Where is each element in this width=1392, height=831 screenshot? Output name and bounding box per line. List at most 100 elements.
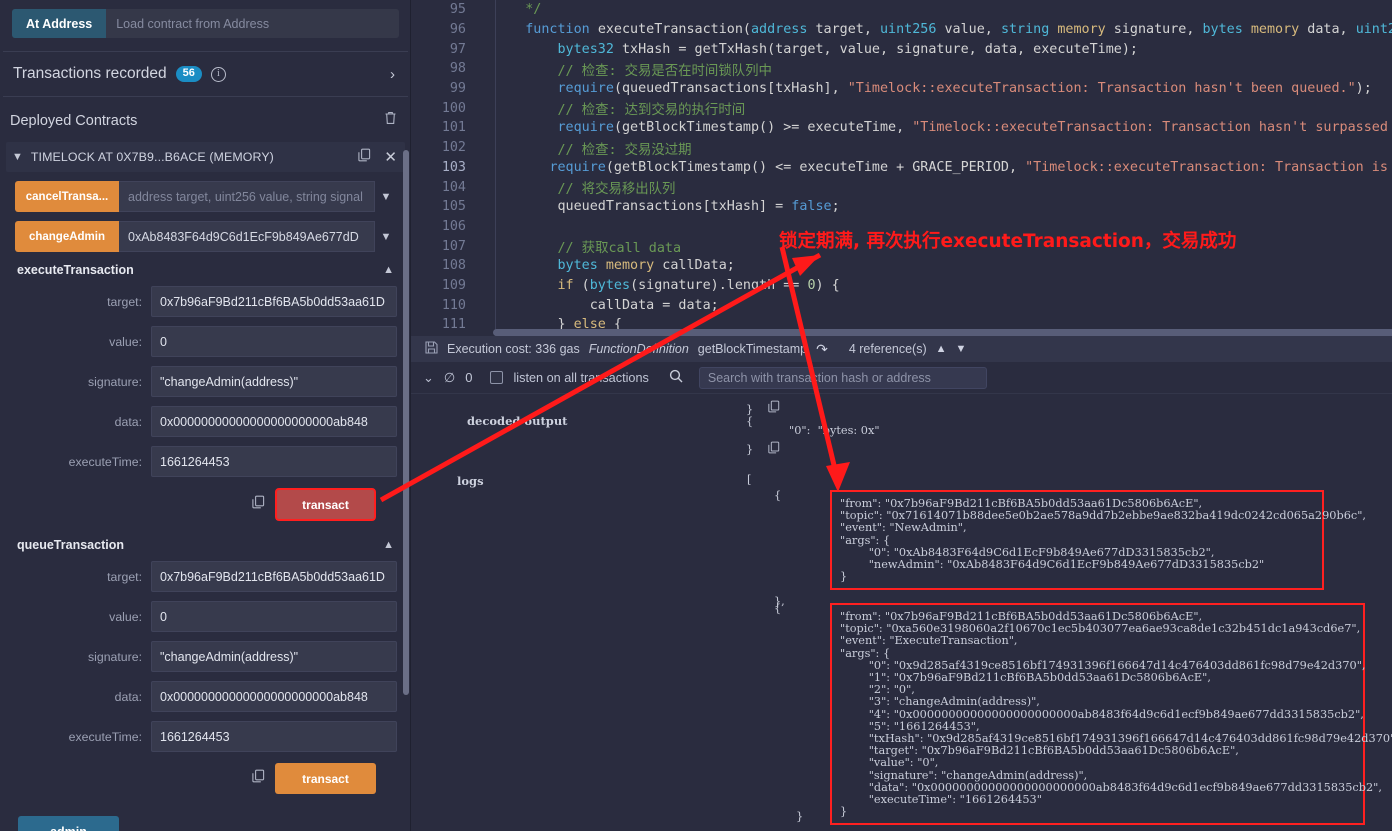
code-content: callData = data; [493, 297, 719, 313]
trash-icon[interactable] [384, 111, 397, 130]
chevron-up-icon[interactable]: ▲ [383, 539, 394, 551]
chevron-down-icon[interactable]: ▼ [375, 231, 397, 243]
queue-value-input[interactable] [151, 601, 397, 632]
cancel-transaction-button[interactable]: cancelTransa... [15, 181, 119, 212]
copy-icon[interactable] [252, 769, 265, 788]
param-row: value: [15, 326, 397, 357]
line-number: 103 [441, 159, 466, 175]
queue-transaction-actions: transact [15, 763, 397, 794]
line-number: 97 [449, 41, 466, 57]
decoded-output-brace-end: } [746, 443, 754, 456]
line-number: 109 [441, 277, 466, 293]
chevron-up-icon[interactable]: ▲ [936, 343, 947, 355]
arrow-jump-icon[interactable]: ↷ [816, 341, 828, 358]
no-entry-icon[interactable]: ∅ [444, 370, 455, 386]
execute-target-input[interactable] [151, 286, 397, 317]
execute-executetime-input[interactable] [151, 446, 397, 477]
at-address-button[interactable]: At Address [12, 9, 107, 38]
code-line: 105 queuedTransactions[txHash] = false; [411, 197, 1392, 217]
logs-label: logs [457, 474, 484, 488]
queue-signature-input[interactable] [151, 641, 397, 672]
copy-icon[interactable] [768, 439, 780, 458]
terminal-search-input[interactable] [698, 366, 987, 389]
queue-data-input[interactable] [151, 681, 397, 712]
logs-open-bracket: [ [747, 473, 752, 486]
execute-transaction-header[interactable]: executeTransaction ▲ [15, 263, 397, 277]
code-line: 108 bytes memory callData; [411, 256, 1392, 276]
contract-instance-header[interactable]: ▼ TIMELOCK AT 0X7B9...B6ACE (MEMORY) ✕ [6, 142, 405, 172]
code-line: 102 // 检查: 交易没过期 [411, 138, 1392, 158]
queue-transaction-transact-button[interactable]: transact [275, 763, 376, 794]
queue-transaction-section: queueTransaction ▲ target: value: signat… [15, 538, 397, 794]
code-line: 98 // 检查: 交易是否在时间锁队列中 [411, 59, 1392, 79]
param-row: target: [15, 561, 397, 592]
save-icon[interactable] [425, 341, 438, 357]
execute-signature-input[interactable] [151, 366, 397, 397]
function-row-cancel-transaction: cancelTransa... ▼ [15, 181, 397, 212]
queue-transaction-title: queueTransaction [17, 538, 124, 552]
transactions-recorded-row[interactable]: Transactions recorded 56 i › [3, 51, 408, 97]
double-chevron-down-icon[interactable]: ⌄ [423, 370, 434, 386]
queue-executetime-input[interactable] [151, 721, 397, 752]
line-number: 107 [441, 238, 466, 254]
change-admin-input[interactable] [119, 221, 375, 252]
references-count-label: 4 reference(s) [848, 342, 927, 356]
param-label: signature: [87, 374, 142, 389]
transactions-recorded-count: 56 [175, 66, 202, 82]
change-admin-button[interactable]: changeAdmin [15, 221, 119, 252]
decoded-output-value: "0": "bytes: 0x" [789, 424, 880, 437]
queue-transaction-header[interactable]: queueTransaction ▲ [15, 538, 397, 552]
code-content: // 检查: 交易是否在时间锁队列中 [493, 63, 772, 79]
execute-data-input[interactable] [151, 406, 397, 437]
logs-close-brace: } [796, 809, 804, 823]
execute-value-input[interactable] [151, 326, 397, 357]
chevron-up-icon[interactable]: ▲ [383, 264, 394, 276]
line-number: 102 [441, 140, 466, 156]
admin-button[interactable]: admin [18, 816, 119, 831]
contract-instance: ▼ TIMELOCK AT 0X7B9...B6ACE (MEMORY) ✕ c… [6, 142, 405, 831]
code-line: 96 function executeTransaction(address t… [411, 20, 1392, 40]
copy-icon[interactable] [768, 398, 780, 417]
code-content: // 获取call data [493, 241, 682, 257]
copy-icon[interactable] [358, 148, 371, 167]
chevron-down-icon[interactable]: ▼ [375, 191, 397, 203]
param-row: value: [15, 601, 397, 632]
at-address-input[interactable] [106, 9, 399, 38]
code-line: 100 // 检查: 达到交易的执行时间 [411, 98, 1392, 119]
terminal-output[interactable]: } decoded output { "0": "bytes: 0x" } lo… [411, 394, 1392, 831]
log-entry-body: "executeTime": "1661264453" [840, 793, 1042, 807]
pending-transactions-count: 0 [465, 370, 473, 385]
execution-cost-label: Execution cost: 336 gas [447, 342, 580, 356]
search-icon[interactable] [669, 369, 683, 386]
editor-horizontal-scrollbar[interactable] [493, 329, 1392, 336]
decoded-output-brace-open: { [746, 415, 754, 428]
chevron-down-icon[interactable]: ▼ [956, 343, 967, 355]
code-editor[interactable]: 95 */ 96 function executeTransaction(add… [411, 0, 1392, 336]
param-label: target: [107, 294, 142, 309]
code-content: queuedTransactions[txHash] = false; [493, 199, 840, 215]
line-number: 95 [449, 2, 466, 18]
code-content: bytes memory callData; [557, 258, 735, 274]
code-line: 97 bytes32 txHash = getTxHash(target, va… [411, 39, 1392, 59]
log-entry-body: } [840, 805, 848, 819]
code-content: if (bytes(signature).length == 0) { [557, 277, 840, 293]
line-number: 104 [441, 179, 466, 195]
code-content: */ [493, 2, 542, 18]
left-panel-scrollbar[interactable] [403, 150, 409, 695]
info-circle-icon[interactable]: i [210, 66, 226, 82]
cancel-transaction-input[interactable] [119, 181, 375, 212]
contract-instance-title: TIMELOCK AT 0X7B9...B6ACE (MEMORY) [30, 150, 274, 164]
copy-icon[interactable] [252, 495, 265, 514]
chevron-right-icon[interactable]: › [390, 66, 395, 83]
execute-transaction-transact-button[interactable]: transact [275, 488, 376, 521]
queue-target-input[interactable] [151, 561, 397, 592]
chevron-down-icon[interactable]: ▼ [12, 151, 23, 163]
code-line: 99 require(queuedTransactions[txHash], "… [411, 79, 1392, 99]
close-icon[interactable]: ✕ [384, 150, 397, 165]
code-line: 101 require(getBlockTimestamp() >= execu… [411, 118, 1392, 138]
param-label: signature: [87, 649, 142, 664]
listen-on-all-transactions-checkbox[interactable] [490, 371, 504, 384]
execute-transaction-section: executeTransaction ▲ target: value: sign… [15, 263, 397, 521]
deployed-contracts-header: Deployed Contracts [0, 97, 410, 142]
line-number: 110 [441, 297, 466, 313]
